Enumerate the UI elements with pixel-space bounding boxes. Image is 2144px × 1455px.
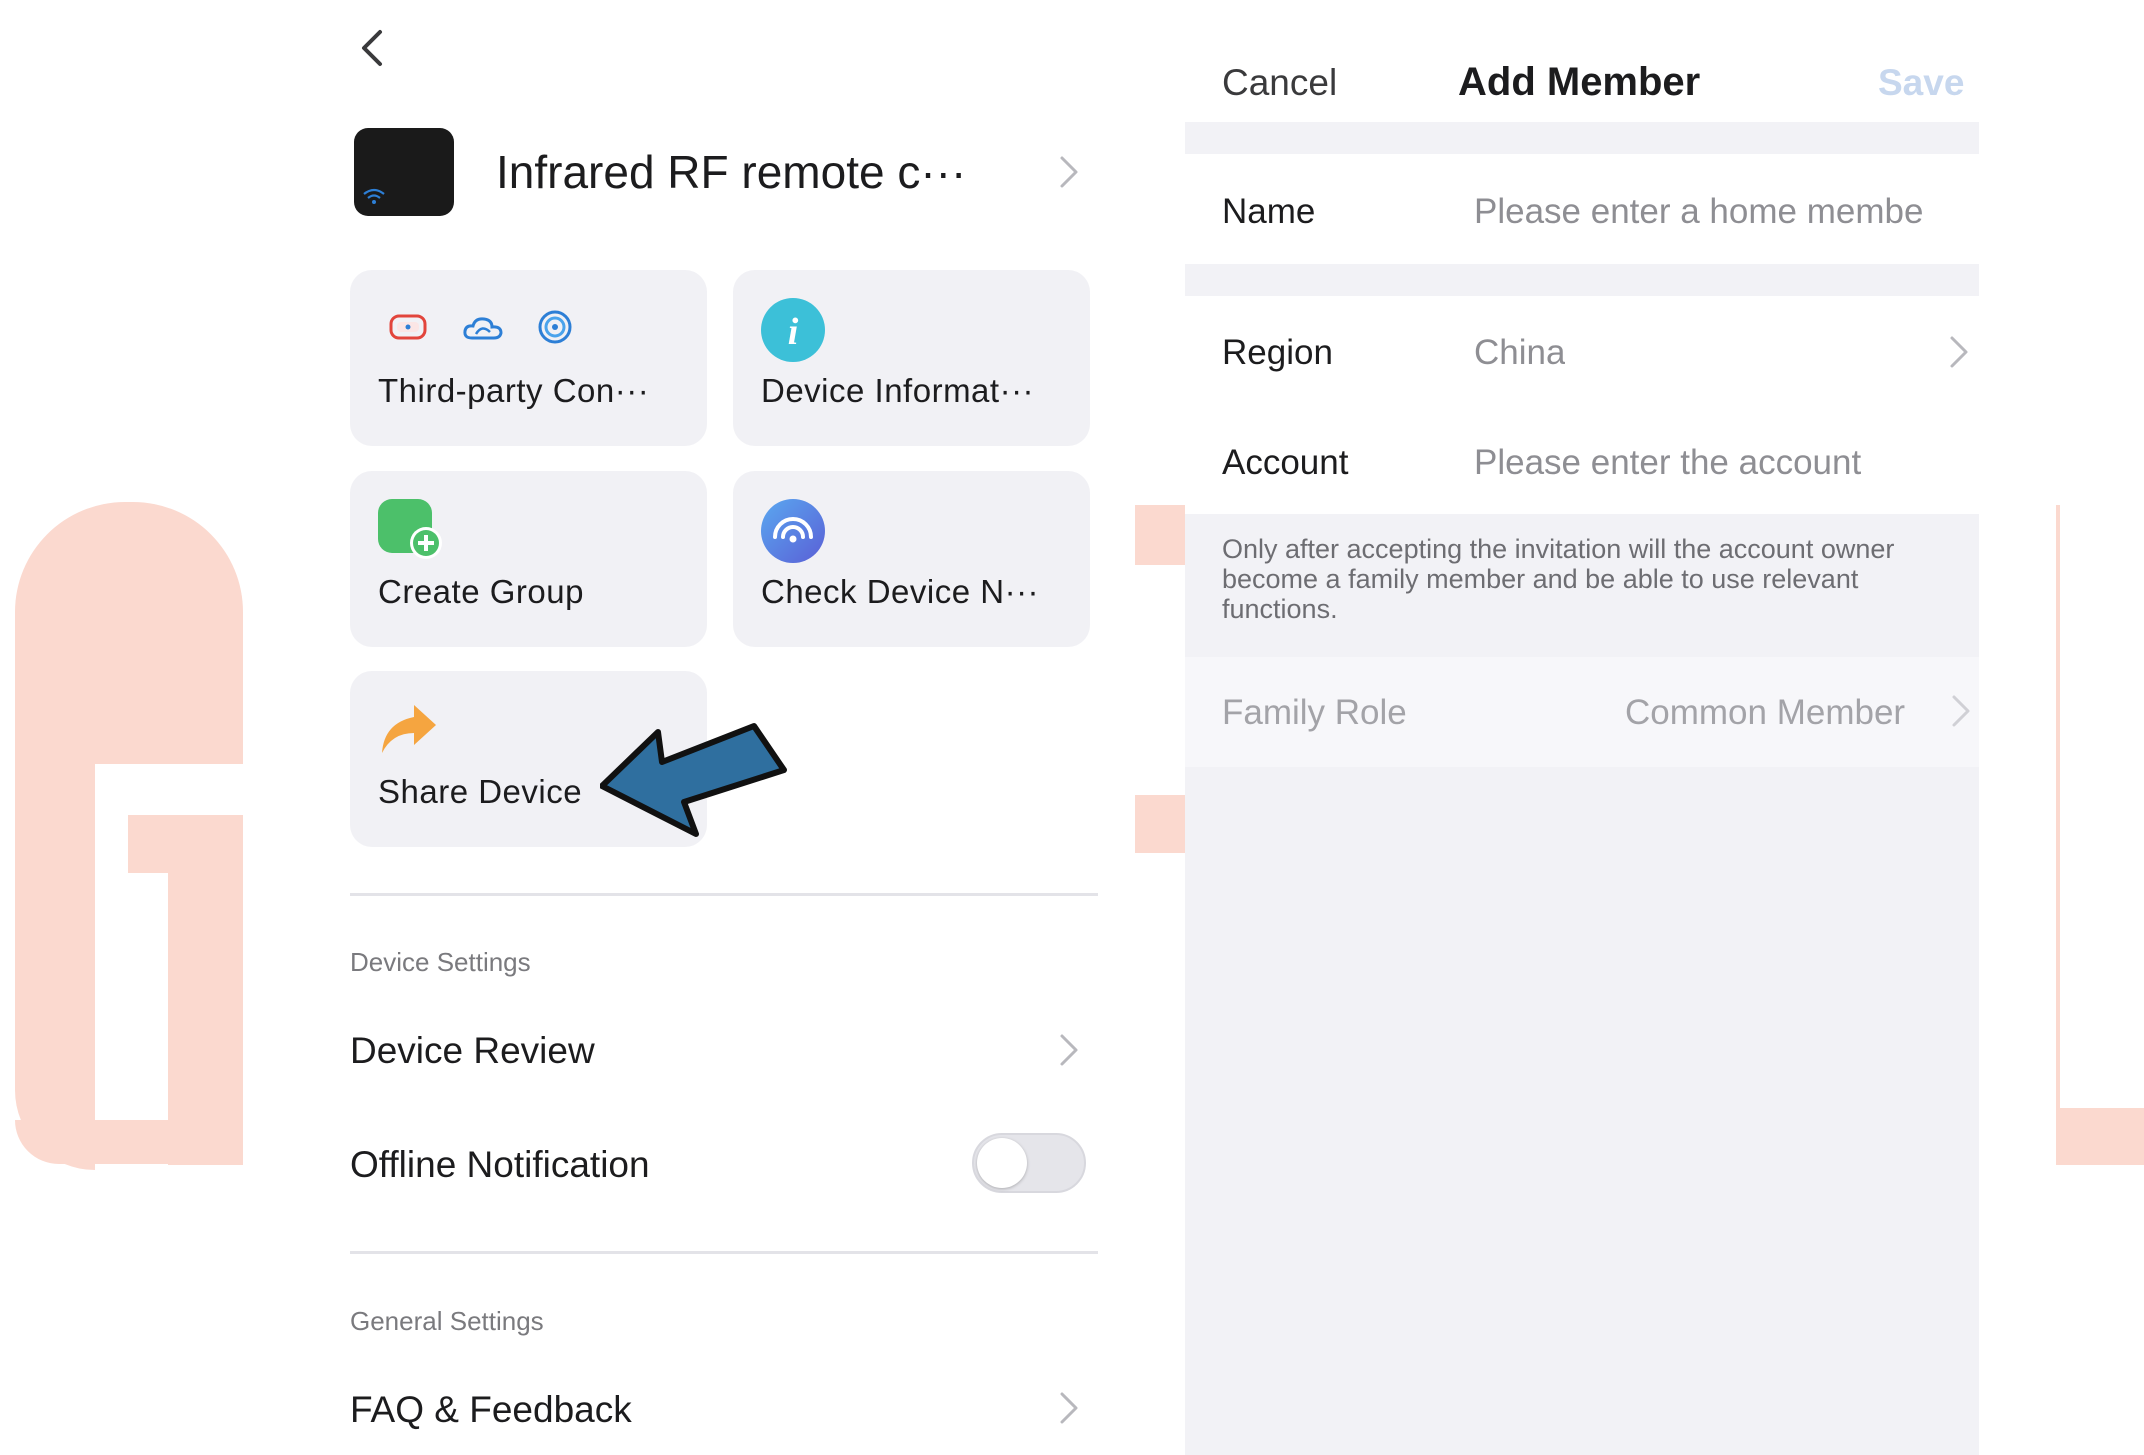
wifi-icon <box>363 188 385 204</box>
page-title: Add Member <box>1458 60 1701 104</box>
name-input[interactable]: Please enter a home membe <box>1474 192 1964 232</box>
card-third-party-label: Third-party Con··· <box>378 372 650 409</box>
divider-bottom <box>350 1251 1098 1254</box>
alexa-icon <box>389 314 427 340</box>
card-share-device-label: Share Device <box>378 773 583 810</box>
network-check-icon <box>761 499 825 563</box>
region-row[interactable]: Region China Account Please enter the ac… <box>1185 296 1979 514</box>
chevron-right-icon[interactable] <box>1058 1390 1080 1426</box>
name-row: Name Please enter a home membe <box>1185 154 1979 264</box>
info-icon: i <box>761 298 825 362</box>
back-arrow-icon <box>362 30 382 66</box>
account-label: Account <box>1222 443 1349 482</box>
row-offline-notification: Offline Notification <box>350 1144 650 1185</box>
card-check-device-network-label: Check Device N··· <box>761 573 1040 610</box>
account-input[interactable]: Please enter the account <box>1474 443 1861 483</box>
family-role-row[interactable]: Family Role Common Member <box>1185 657 1979 767</box>
card-create-group[interactable]: Create Group <box>350 471 707 647</box>
card-create-group-label: Create Group <box>378 573 584 610</box>
region-label: Region <box>1222 333 1333 372</box>
pointer-arrow-annotation <box>600 723 787 837</box>
invitation-note: Only after accepting the invitation will… <box>1222 534 1895 624</box>
watermark-slab-middle-1 <box>1135 505 1185 565</box>
device-name[interactable]: Infrared RF remote c··· <box>496 145 966 199</box>
card-device-information[interactable]: i Device Informat··· <box>733 270 1090 446</box>
family-role-value: Common Member <box>1625 693 1906 732</box>
watermark-slab-right-2 <box>2056 1108 2144 1165</box>
svg-text:i: i <box>788 311 799 353</box>
siri-icon <box>538 310 572 344</box>
group-add-icon <box>378 499 442 559</box>
cancel-button[interactable]: Cancel <box>1222 62 1337 104</box>
offline-notification-toggle[interactable] <box>972 1133 1086 1193</box>
chevron-right-icon[interactable] <box>1058 154 1080 190</box>
section-title-general-settings: General Settings <box>350 1306 544 1336</box>
back-button[interactable] <box>352 24 392 72</box>
divider-top <box>350 893 1098 896</box>
card-device-information-label: Device Informat··· <box>761 372 1035 409</box>
family-role-label: Family Role <box>1222 693 1407 732</box>
share-arrow-icon <box>382 705 436 753</box>
region-value: China <box>1474 333 1566 372</box>
section-title-device-settings: Device Settings <box>350 947 531 977</box>
card-check-device-network[interactable]: Check Device N··· <box>733 471 1090 647</box>
chevron-right-icon <box>1952 695 1970 727</box>
save-button[interactable]: Save <box>1878 62 1964 104</box>
row-device-review[interactable]: Device Review <box>350 1030 595 1072</box>
chevron-right-icon <box>1950 336 1968 368</box>
toggle-knob <box>977 1138 1027 1188</box>
chevron-right-icon[interactable] <box>1058 1032 1080 1068</box>
cloud-icon <box>463 317 503 340</box>
watermark-letter-g-bar <box>128 815 243 873</box>
name-label: Name <box>1222 192 1316 231</box>
row-faq-feedback[interactable]: FAQ & Feedback <box>350 1389 632 1431</box>
device-avatar[interactable] <box>354 128 454 216</box>
watermark-slab-right-1 <box>2056 505 2060 1165</box>
watermark-letter-g-left <box>15 720 95 1170</box>
watermark-slab-middle-2 <box>1135 795 1185 853</box>
card-third-party-control[interactable]: Third-party Con··· <box>350 270 707 446</box>
